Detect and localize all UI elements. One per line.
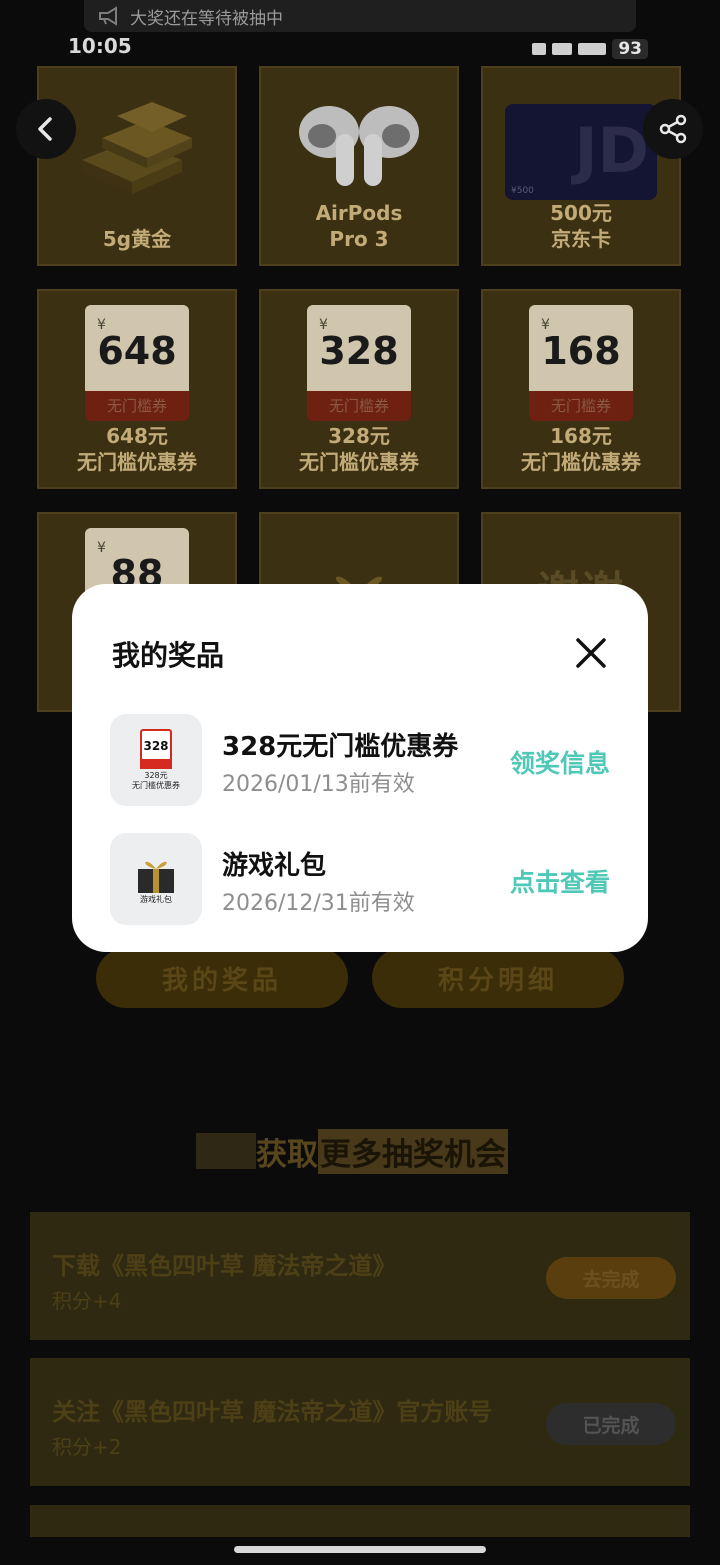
prize-label: 168元 无门槛优惠券 (521, 424, 641, 474)
prize-label: 500元 京东卡 (550, 201, 612, 251)
network-icon (578, 43, 607, 55)
coupon-mini-image: 328 (140, 729, 172, 769)
status-indicators: 93 (520, 38, 648, 60)
gift-box-icon (138, 861, 174, 893)
gold-bars-image (82, 102, 192, 194)
coupon-amount: 168 (541, 329, 621, 373)
prize-expiry: 2026/12/31前有效 (222, 891, 415, 916)
lottery-page: 大奖还在等待被抽中 10:05 93 5g黄金 AirPods Pro 3 JD… (0, 0, 720, 1565)
prize-expiry: 2026/01/13前有效 (222, 772, 415, 797)
prize-row: 游戏礼包 游戏礼包 2026/12/31前有效 点击查看 (110, 833, 610, 925)
prize-label: 5g黄金 (102, 227, 172, 251)
prize-cell-gold: 5g黄金 (37, 66, 237, 266)
task-card: 下载《黑色四叶草 魔法帝之道》 积分+4 去完成 (30, 1212, 690, 1340)
prize-label: AirPods Pro 3 (315, 201, 403, 251)
prize-cell-airpods: AirPods Pro 3 (259, 66, 459, 266)
section-title-highlight: 更多抽奖机会 (318, 1128, 508, 1174)
points-detail-button[interactable]: 积分明细 (372, 948, 624, 1008)
coupon-mini-amount: 328 (140, 729, 172, 759)
prize-label: 648元 无门槛优惠券 (77, 424, 197, 474)
coupon-amount: 648 (97, 329, 177, 373)
gift-thumbnail: 游戏礼包 (110, 833, 202, 925)
view-details-link[interactable]: 点击查看 (510, 863, 610, 899)
coupon-tag: 无门槛券 (529, 391, 633, 421)
close-icon[interactable] (574, 636, 608, 670)
jd-card-image: JD ¥500 (505, 104, 657, 200)
prize-name: 游戏礼包 (222, 851, 327, 881)
jd-card-logo: JD (574, 114, 649, 187)
jd-card-value: ¥500 (511, 186, 534, 196)
coupon-image: ¥ 328 无门槛券 (307, 305, 411, 421)
prize-banner: 大奖还在等待被抽中 (84, 0, 636, 32)
prize-label: 328元 无门槛优惠券 (299, 424, 419, 474)
banner-text: 大奖还在等待被抽中 (130, 8, 283, 29)
megaphone-icon (99, 6, 117, 26)
coupon-image: ¥ 168 无门槛券 (529, 305, 633, 421)
prize-row: 328 328元 无门槛优惠券 328元无门槛优惠券 2026/01/13前有效… (110, 714, 610, 806)
my-prizes-modal: 我的奖品 328 328元 无门槛优惠券 328元无门槛优惠券 2026/01/… (72, 584, 648, 952)
task-card-partial (30, 1505, 690, 1537)
section-title-mark (196, 1133, 256, 1169)
task-card: 关注《黑色四叶草 魔法帝之道》官方账号 积分+2 已完成 (30, 1358, 690, 1486)
coupon-amount: 328 (319, 329, 399, 373)
wifi-icon (552, 43, 573, 55)
prize-cell-coupon-168: ¥ 168 无门槛券 168元 无门槛优惠券 (481, 289, 681, 489)
thumbnail-caption: 游戏礼包 (140, 895, 172, 904)
my-prizes-button[interactable]: 我的奖品 (96, 948, 348, 1008)
modal-title: 我的奖品 (112, 639, 225, 672)
coupon-image: ¥ 648 无门槛券 (85, 305, 189, 421)
coupon-thumbnail: 328 328元 无门槛优惠券 (110, 714, 202, 806)
prize-name: 328元无门槛优惠券 (222, 732, 459, 762)
claim-info-link[interactable]: 领奖信息 (510, 744, 610, 780)
airpods-image (299, 106, 419, 186)
signal-icon (532, 43, 547, 55)
status-time: 10:05 (68, 34, 132, 58)
thumbnail-caption: 328元 无门槛优惠券 (132, 771, 180, 790)
coupon-tag: 无门槛券 (85, 391, 189, 421)
task-done-button[interactable]: 已完成 (546, 1403, 676, 1445)
back-button[interactable] (16, 99, 76, 159)
prize-cell-jd-card: JD ¥500 500元 京东卡 (481, 66, 681, 266)
section-title: 获取 更多抽奖机会 (196, 1128, 526, 1174)
coupon-tag: 无门槛券 (307, 391, 411, 421)
share-button[interactable] (643, 99, 703, 159)
chevron-left-icon (38, 117, 52, 141)
prize-cell-coupon-328: ¥ 328 无门槛券 328元 无门槛优惠券 (259, 289, 459, 489)
section-title-prefix: 获取 (256, 1136, 318, 1173)
battery-level: 93 (612, 39, 648, 59)
prize-cell-coupon-648: ¥ 648 无门槛券 648元 无门槛优惠券 (37, 289, 237, 489)
home-indicator[interactable] (234, 1546, 486, 1553)
share-icon (659, 114, 687, 144)
task-go-button[interactable]: 去完成 (546, 1257, 676, 1299)
